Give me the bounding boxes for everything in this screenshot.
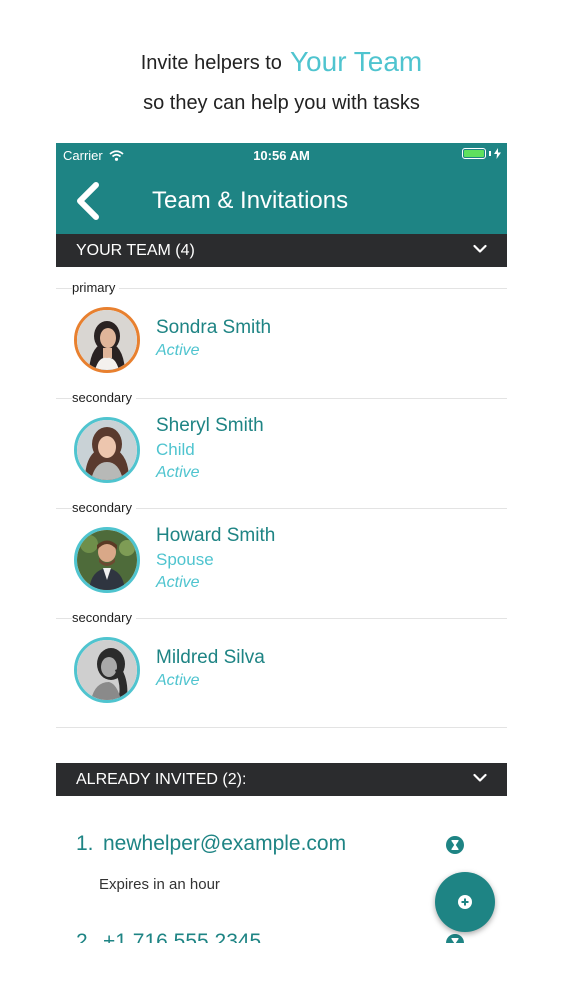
group-label: secondary xyxy=(72,610,136,625)
add-helper-button[interactable] xyxy=(435,872,495,932)
chevron-left-icon xyxy=(77,182,99,220)
battery-icon xyxy=(462,148,501,159)
plus-icon xyxy=(458,895,472,909)
group-label: secondary xyxy=(72,390,136,405)
invite-expiry: Expires in an hour xyxy=(99,876,220,893)
team-member-row[interactable]: Mildred Silva Active xyxy=(56,629,507,719)
promo-heading: Invite helpers to Your Team xyxy=(0,46,563,78)
invite-contact: +1 716 555 2345 xyxy=(103,930,262,943)
member-status: Active xyxy=(156,342,200,359)
promo-line1-prefix: Invite helpers to xyxy=(140,52,282,74)
team-member-row[interactable]: Sondra Smith Active xyxy=(56,299,507,389)
hourglass-icon[interactable] xyxy=(446,934,464,943)
invited-section-header[interactable]: ALREADY INVITED (2): xyxy=(56,763,507,796)
avatar xyxy=(74,417,140,483)
invite-contact: newhelper@example.com xyxy=(103,832,347,855)
group-label: secondary xyxy=(72,500,136,515)
team-section-header[interactable]: YOUR TEAM (4) xyxy=(56,234,507,267)
phone-screen: Carrier 10:56 AM Team & Invitations YOUR… xyxy=(56,143,507,943)
nav-bar: Team & Invitations xyxy=(56,167,507,234)
member-status: Active xyxy=(156,574,200,591)
chevron-down-icon xyxy=(473,244,487,253)
group-label: primary xyxy=(72,280,120,295)
avatar xyxy=(74,307,140,373)
status-bar: Carrier 10:56 AM xyxy=(56,143,507,167)
promo-subheading: so they can help you with tasks xyxy=(143,92,420,114)
divider xyxy=(56,288,507,289)
avatar xyxy=(74,637,140,703)
team-section-title: YOUR TEAM (4) xyxy=(76,242,195,259)
invited-list: 1. newhelper@example.com Expires in an h… xyxy=(56,796,507,943)
invited-section-title: ALREADY INVITED (2): xyxy=(76,771,247,788)
team-member-row[interactable]: Howard Smith Spouse Active xyxy=(56,519,507,619)
member-name: Howard Smith xyxy=(156,525,276,546)
divider xyxy=(56,727,507,728)
battery-level-fill xyxy=(464,150,484,157)
clock: 10:56 AM xyxy=(253,148,310,163)
invite-number: 2. xyxy=(76,930,94,943)
member-status: Active xyxy=(156,464,200,481)
member-name: Sheryl Smith xyxy=(156,415,264,436)
member-status: Active xyxy=(156,672,200,689)
member-role: Child xyxy=(156,440,195,459)
back-button[interactable] xyxy=(72,181,106,221)
invite-number: 1. xyxy=(76,832,94,855)
avatar xyxy=(74,527,140,593)
member-name: Mildred Silva xyxy=(156,647,265,668)
chevron-down-icon xyxy=(473,773,487,782)
member-role: Spouse xyxy=(156,550,214,569)
hourglass-icon[interactable] xyxy=(446,836,464,854)
team-list: primary Sondra Smith Active secondary Sh… xyxy=(56,267,507,728)
member-name: Sondra Smith xyxy=(156,317,272,338)
team-member-row[interactable]: Sheryl Smith Child Active xyxy=(56,409,507,509)
promo-accent-text: Your Team xyxy=(289,46,423,77)
page-title: Team & Invitations xyxy=(152,187,349,214)
charging-bolt-icon xyxy=(494,148,501,159)
